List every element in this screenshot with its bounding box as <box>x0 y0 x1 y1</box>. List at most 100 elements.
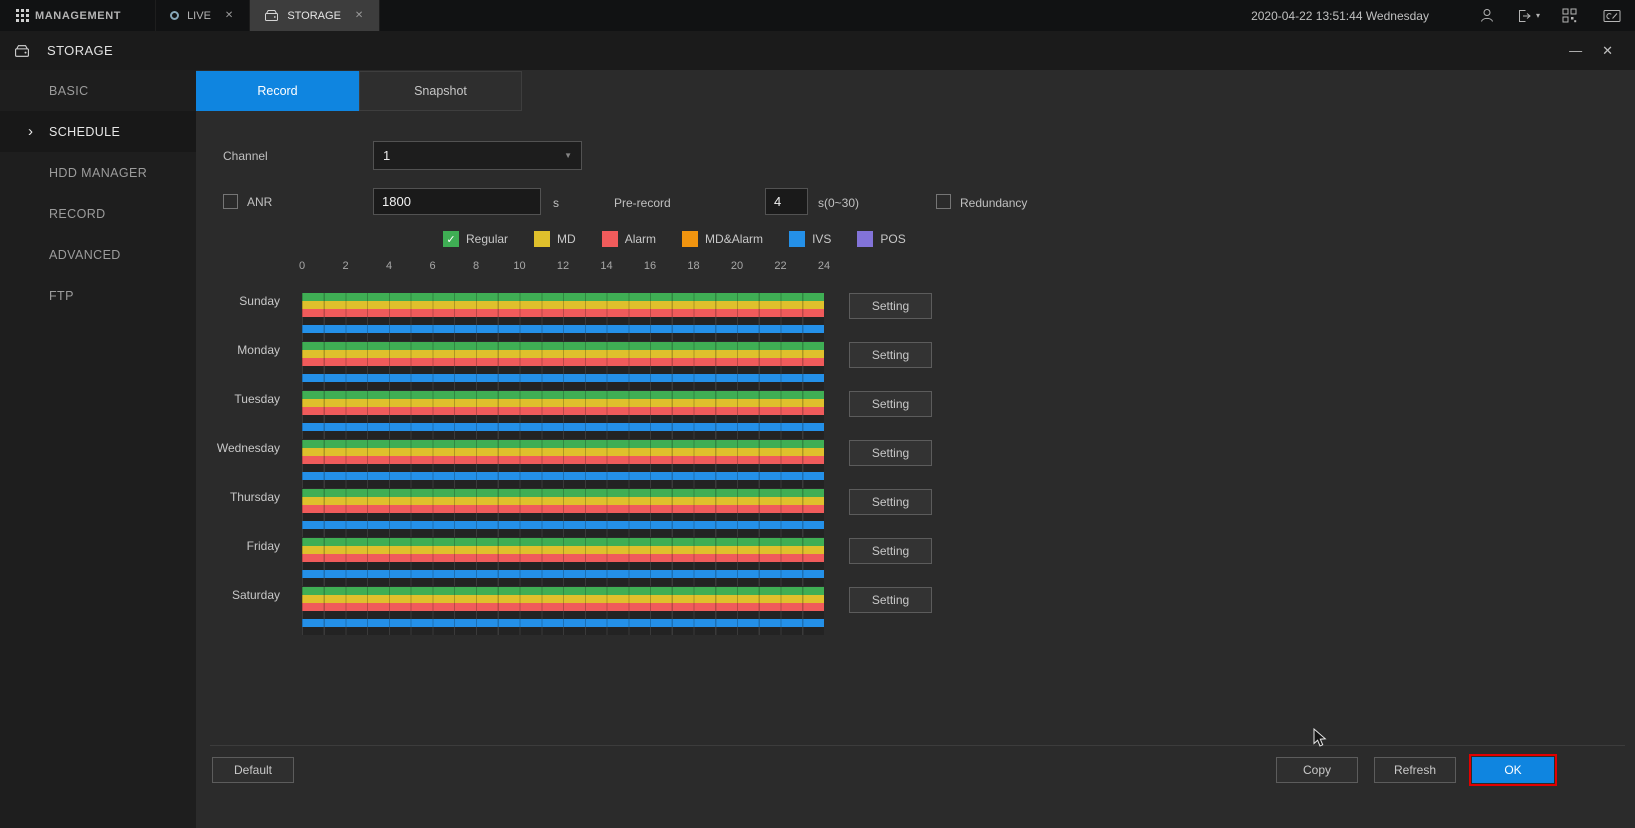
schedule-bar-ivs[interactable] <box>302 325 824 333</box>
sidebar-item-advanced[interactable]: ADVANCED <box>0 234 196 275</box>
main-content: Record Snapshot Channel 1 ▼ ANR s Pre-re… <box>196 70 1635 828</box>
live-icon <box>170 11 179 20</box>
setting-button-saturday[interactable]: Setting <box>849 587 932 613</box>
schedule-bar-alarm[interactable] <box>302 554 824 562</box>
schedule-bar-pos[interactable] <box>302 333 824 341</box>
schedule-bar-ivs[interactable] <box>302 521 824 529</box>
schedule-bar-md-alarm[interactable] <box>302 366 824 374</box>
day-bars-saturday[interactable] <box>302 587 824 635</box>
close-icon[interactable]: ✕ <box>1602 44 1613 57</box>
schedule-bar-regular[interactable] <box>302 391 824 399</box>
schedule-bar-pos[interactable] <box>302 382 824 390</box>
refresh-button[interactable]: Refresh <box>1374 757 1456 783</box>
tab-snapshot[interactable]: Snapshot <box>359 71 522 111</box>
day-bars-tuesday[interactable] <box>302 391 824 439</box>
anr-unit-label: s <box>553 196 559 210</box>
schedule-bar-regular[interactable] <box>302 587 824 595</box>
schedule-bar-md-alarm[interactable] <box>302 562 824 570</box>
anr-input[interactable] <box>373 188 541 215</box>
legend-item-regular[interactable]: ✓Regular <box>443 231 508 247</box>
schedule-bar-md-alarm[interactable] <box>302 513 824 521</box>
schedule-bar-regular[interactable] <box>302 293 824 301</box>
legend-swatch-regular: ✓ <box>443 231 459 247</box>
schedule-bar-md[interactable] <box>302 497 824 505</box>
schedule-bar-md-alarm[interactable] <box>302 464 824 472</box>
schedule-bar-md[interactable] <box>302 301 824 309</box>
schedule-bar-ivs[interactable] <box>302 570 824 578</box>
schedule-bar-regular[interactable] <box>302 342 824 350</box>
legend-item-alarm[interactable]: Alarm <box>602 231 656 247</box>
schedule-bar-md[interactable] <box>302 546 824 554</box>
minimize-icon[interactable]: — <box>1569 44 1582 57</box>
schedule-bar-pos[interactable] <box>302 480 824 488</box>
redundancy-checkbox[interactable] <box>936 194 951 209</box>
sidebar-item-schedule[interactable]: ›SCHEDULE <box>0 111 196 152</box>
schedule-bar-regular[interactable] <box>302 489 824 497</box>
topbar-right: 2020-04-22 13:51:44 Wednesday ▾ <box>1251 0 1635 31</box>
hour-label: 2 <box>342 260 348 272</box>
pre-record-input[interactable] <box>765 188 808 215</box>
legend-item-pos[interactable]: POS <box>857 231 905 247</box>
day-label: Saturday <box>196 587 302 635</box>
schedule-bar-alarm[interactable] <box>302 309 824 317</box>
ok-button[interactable]: OK <box>1472 757 1554 783</box>
schedule-bar-alarm[interactable] <box>302 456 824 464</box>
schedule-bar-ivs[interactable] <box>302 619 824 627</box>
schedule-bar-md[interactable] <box>302 399 824 407</box>
setting-button-friday[interactable]: Setting <box>849 538 932 564</box>
schedule-bar-alarm[interactable] <box>302 603 824 611</box>
legend-item-ivs[interactable]: IVS <box>789 231 831 247</box>
tab-live[interactable]: LIVE ✕ <box>156 0 250 31</box>
tab-record[interactable]: Record <box>196 71 359 111</box>
schedule-bar-pos[interactable] <box>302 578 824 586</box>
user-icon[interactable] <box>1479 8 1495 23</box>
schedule-bar-pos[interactable] <box>302 431 824 439</box>
schedule-bar-pos[interactable] <box>302 627 824 635</box>
legend-item-md[interactable]: MD <box>534 231 576 247</box>
day-bars-sunday[interactable] <box>302 293 824 341</box>
schedule-bar-ivs[interactable] <box>302 472 824 480</box>
tab-management[interactable]: MANAGEMENT <box>0 0 156 31</box>
schedule-bar-md[interactable] <box>302 448 824 456</box>
close-icon[interactable]: ✕ <box>353 8 365 23</box>
sidebar-item-ftp[interactable]: FTP <box>0 275 196 316</box>
copy-button[interactable]: Copy <box>1276 757 1358 783</box>
setting-button-wednesday[interactable]: Setting <box>849 440 932 466</box>
channel-select[interactable]: 1 ▼ <box>373 141 582 170</box>
display-icon[interactable] <box>1603 9 1621 23</box>
schedule-row-wednesday: WednesdaySetting <box>196 440 932 488</box>
setting-button-tuesday[interactable]: Setting <box>849 391 932 417</box>
default-button[interactable]: Default <box>212 757 294 783</box>
sidebar-item-record[interactable]: RECORD <box>0 193 196 234</box>
close-icon[interactable]: ✕ <box>223 8 235 23</box>
day-bars-friday[interactable] <box>302 538 824 586</box>
tab-storage[interactable]: STORAGE ✕ <box>250 0 380 31</box>
setting-button-thursday[interactable]: Setting <box>849 489 932 515</box>
sidebar-item-basic[interactable]: BASIC <box>0 70 196 111</box>
chevron-right-icon: › <box>28 122 33 139</box>
schedule-bar-alarm[interactable] <box>302 505 824 513</box>
day-bars-wednesday[interactable] <box>302 440 824 488</box>
schedule-bar-ivs[interactable] <box>302 374 824 382</box>
schedule-bar-ivs[interactable] <box>302 423 824 431</box>
day-bars-monday[interactable] <box>302 342 824 390</box>
schedule-bar-md-alarm[interactable] <box>302 317 824 325</box>
schedule-bar-md-alarm[interactable] <box>302 415 824 423</box>
top-bar: MANAGEMENT LIVE ✕ STORAGE ✕ 2020-04-22 1… <box>0 0 1635 31</box>
schedule-bar-alarm[interactable] <box>302 358 824 366</box>
schedule-bar-md[interactable] <box>302 350 824 358</box>
sidebar-item-hdd-manager[interactable]: HDD MANAGER <box>0 152 196 193</box>
qr-code-icon[interactable] <box>1562 8 1577 23</box>
day-bars-thursday[interactable] <box>302 489 824 537</box>
schedule-bar-alarm[interactable] <box>302 407 824 415</box>
schedule-bar-regular[interactable] <box>302 538 824 546</box>
logout-icon[interactable]: ▾ <box>1517 9 1540 23</box>
schedule-bar-regular[interactable] <box>302 440 824 448</box>
legend-item-md-alarm[interactable]: MD&Alarm <box>682 231 763 247</box>
setting-button-sunday[interactable]: Setting <box>849 293 932 319</box>
anr-checkbox[interactable] <box>223 194 238 209</box>
schedule-bar-md-alarm[interactable] <box>302 611 824 619</box>
schedule-bar-pos[interactable] <box>302 529 824 537</box>
setting-button-monday[interactable]: Setting <box>849 342 932 368</box>
schedule-bar-md[interactable] <box>302 595 824 603</box>
